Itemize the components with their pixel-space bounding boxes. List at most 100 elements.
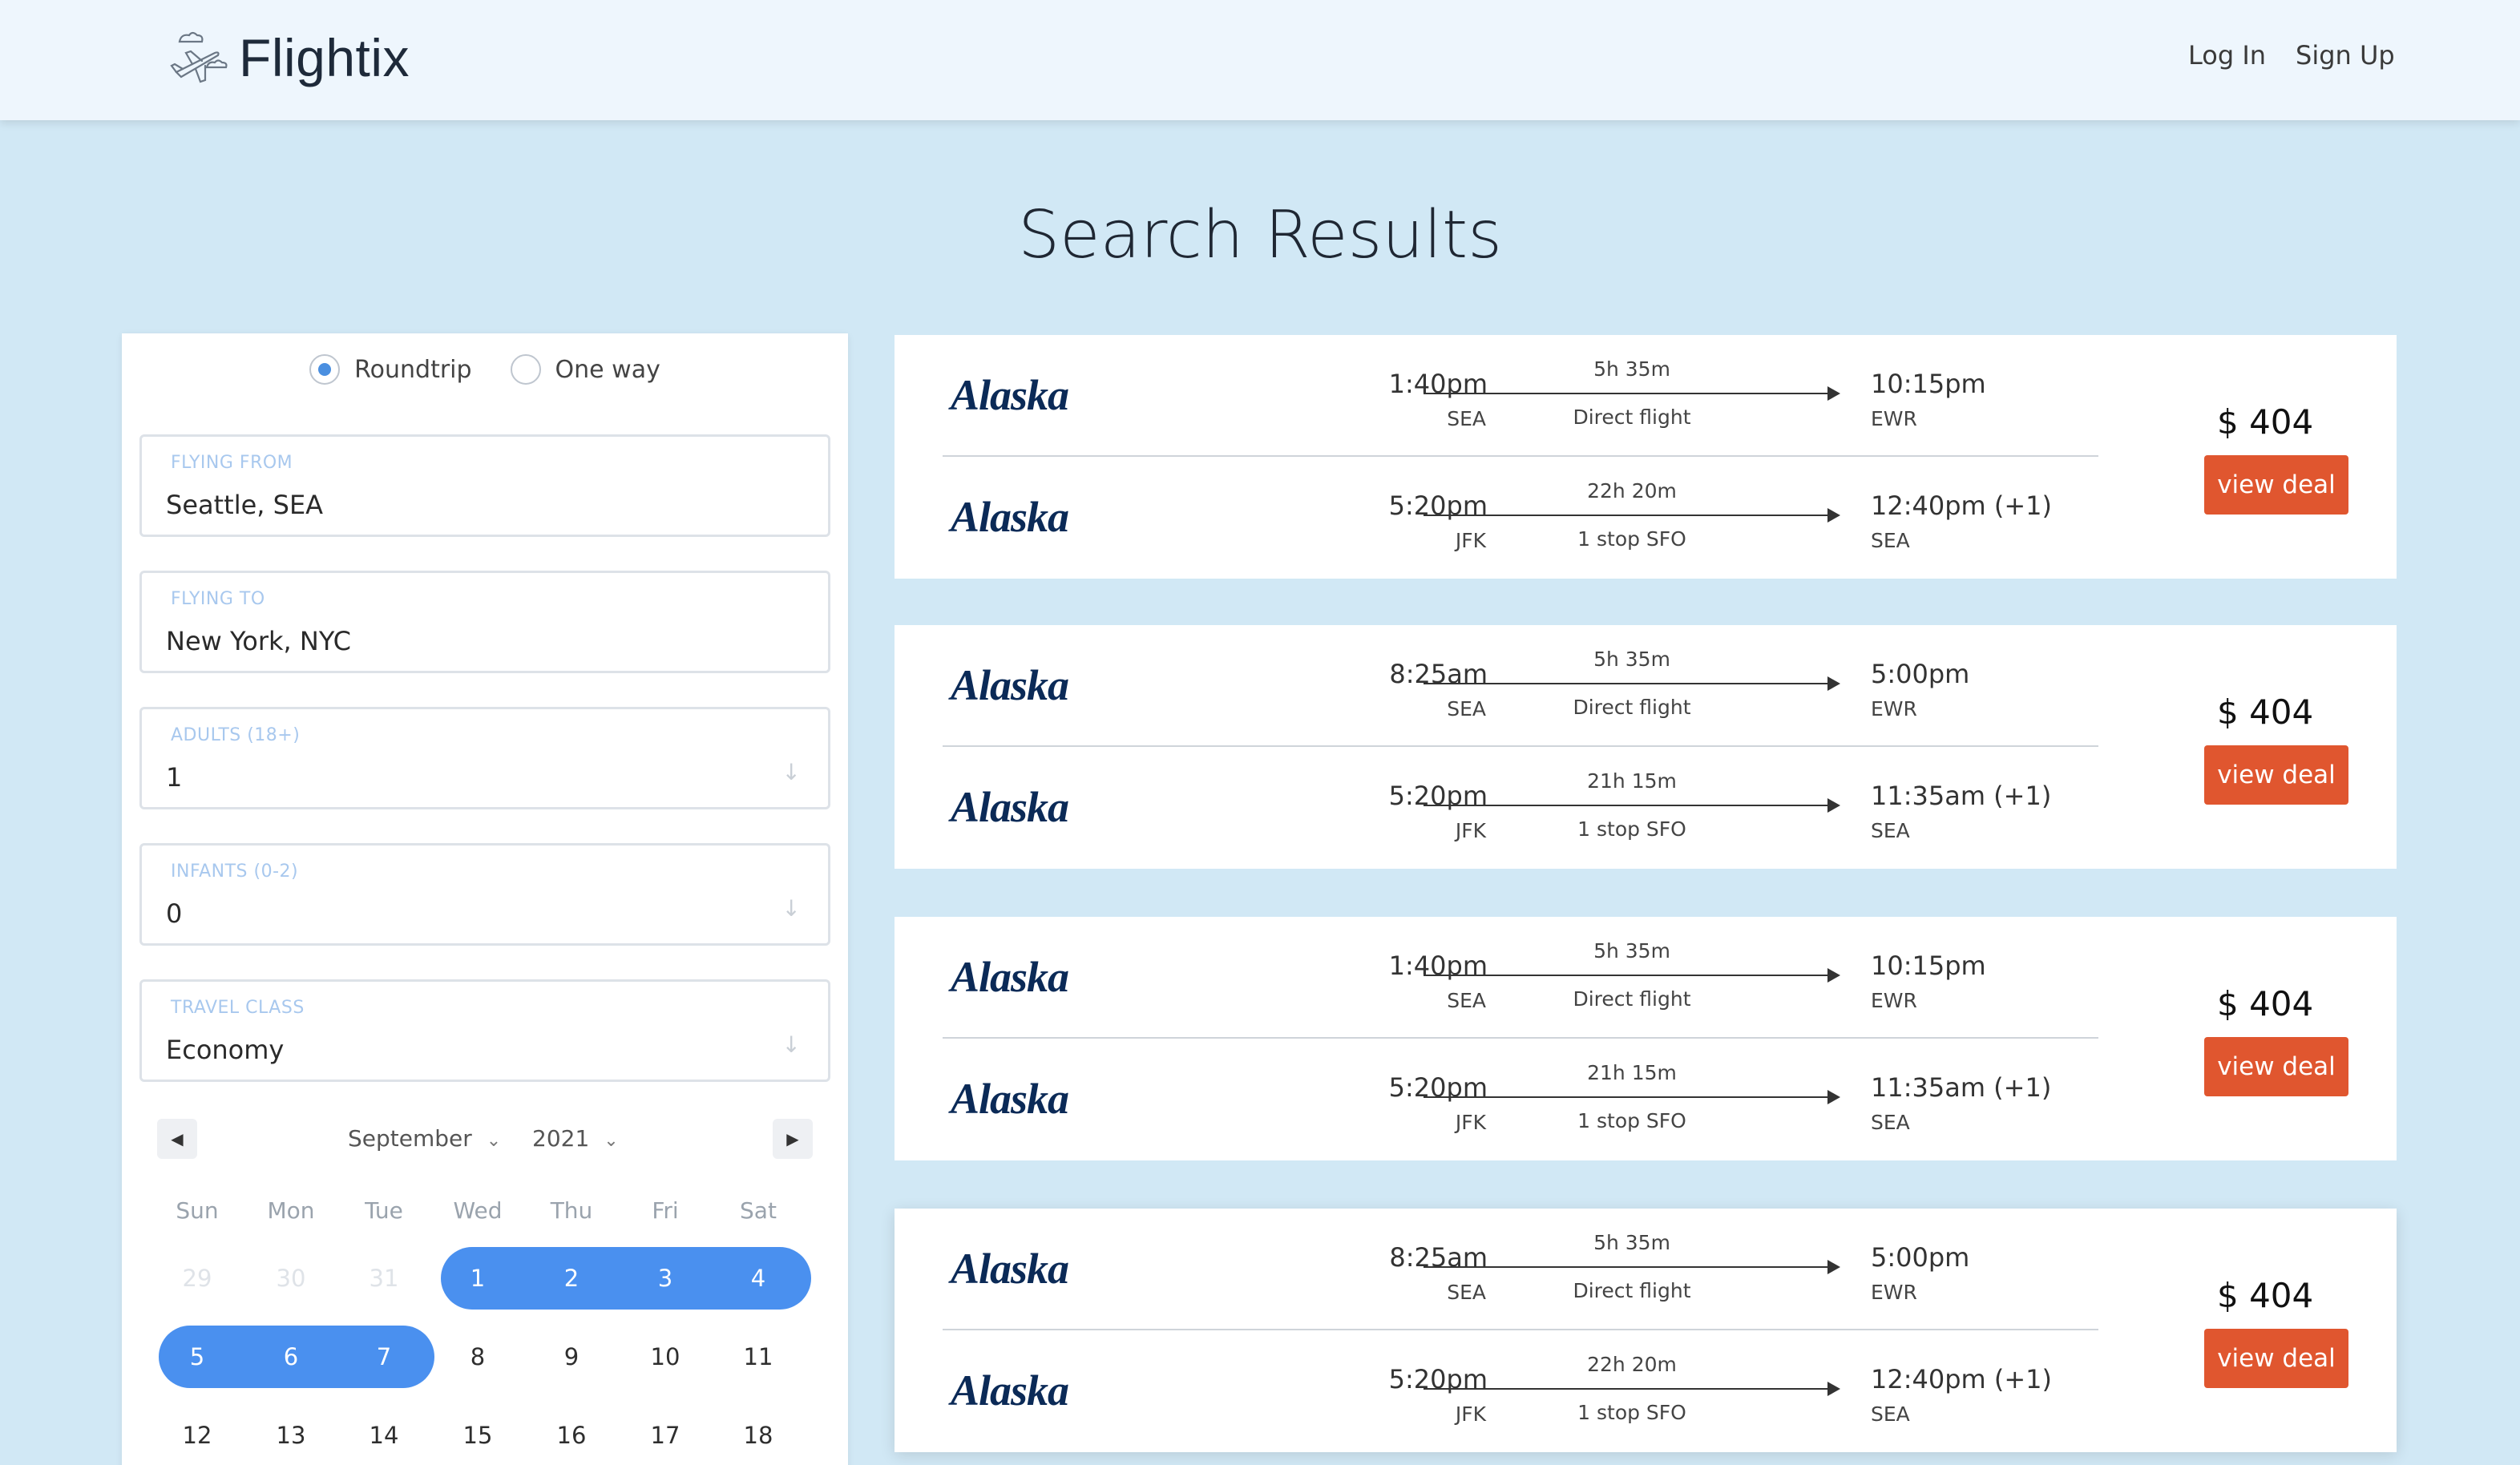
- airline-logo: Alaska: [951, 493, 1069, 541]
- weekday-label: Mon: [267, 1197, 315, 1224]
- top-navigation-bar: Flightix Log In Sign Up: [0, 0, 2520, 120]
- chevron-down-icon: ⌄: [604, 1131, 619, 1151]
- view-deal-button[interactable]: view deal: [2204, 745, 2348, 805]
- view-deal-button[interactable]: view deal: [2204, 455, 2348, 515]
- stops-info: Direct flight: [1573, 987, 1691, 1011]
- flight-duration: 22h 20m: [1587, 479, 1677, 502]
- flight-arrow-icon: [1424, 1260, 1840, 1274]
- weekday-label: Thu: [550, 1197, 593, 1224]
- travel-class-select[interactable]: TRAVEL CLASS Economy ↓: [139, 979, 830, 1082]
- calendar-day[interactable]: 15: [431, 1404, 524, 1465]
- calendar-day[interactable]: 12: [151, 1404, 244, 1465]
- calendar-day[interactable]: 31: [337, 1247, 430, 1310]
- adults-select[interactable]: ADULTS (18+) 1 ↓: [139, 707, 830, 809]
- calendar-day[interactable]: 14: [337, 1404, 430, 1465]
- price: $ 404: [2217, 692, 2314, 732]
- previous-month-button[interactable]: ◀: [157, 1119, 197, 1159]
- calendar-day-selected[interactable]: 6: [244, 1326, 337, 1388]
- flying-to-label: FLYING TO: [171, 589, 265, 609]
- roundtrip-radio[interactable]: Roundtrip: [309, 354, 472, 385]
- flight-result-card: Alaska 8:25am SEA 5h 35m Direct flight 5…: [895, 625, 2397, 869]
- stops-info: 1 stop SFO: [1577, 1109, 1686, 1132]
- arrival-time: 11:35am (+1): [1871, 781, 2052, 811]
- travel-class-label: TRAVEL CLASS: [171, 998, 305, 1018]
- infants-value: 0: [166, 898, 183, 929]
- arrival-airport: EWR: [1871, 697, 1917, 720]
- view-deal-button[interactable]: view deal: [2204, 1329, 2348, 1388]
- flight-result-card: Alaska 1:40pm SEA 5h 35m Direct flight 1…: [895, 335, 2397, 579]
- calendar-day-selected[interactable]: 3: [619, 1247, 712, 1310]
- brand-logo[interactable]: Flightix: [165, 24, 410, 91]
- stops-info: 1 stop SFO: [1577, 817, 1686, 841]
- flight-duration: 21h 15m: [1587, 1061, 1677, 1084]
- airline-logo: Alaska: [951, 783, 1069, 831]
- infants-label: INFANTS (0-2): [171, 862, 299, 882]
- airline-logo: Alaska: [951, 1245, 1069, 1293]
- flight-arrow-icon: [1424, 1382, 1840, 1396]
- view-deal-button[interactable]: view deal: [2204, 1037, 2348, 1096]
- arrival-airport: EWR: [1871, 989, 1917, 1012]
- chevron-down-icon: ⌄: [486, 1131, 502, 1151]
- travel-class-value: Economy: [166, 1035, 285, 1065]
- calendar-day-selected[interactable]: 5: [151, 1326, 244, 1388]
- arrival-airport: SEA: [1871, 1111, 1910, 1134]
- flying-from-value: Seattle, SEA: [166, 490, 324, 520]
- month-value: September: [348, 1125, 472, 1152]
- flying-to-field[interactable]: FLYING TO New York, NYC: [139, 571, 830, 673]
- calendar-day-selected[interactable]: 2: [525, 1247, 618, 1310]
- flight-result-card: Alaska 1:40pm SEA 5h 35m Direct flight 1…: [895, 917, 2397, 1160]
- infants-select[interactable]: INFANTS (0-2) 0 ↓: [139, 843, 830, 946]
- caret-right-icon: ▶: [786, 1129, 799, 1148]
- next-month-button[interactable]: ▶: [773, 1119, 813, 1159]
- outbound-leg: Alaska 8:25am SEA 5h 35m Direct flight 5…: [895, 625, 2097, 747]
- calendar-day[interactable]: 30: [244, 1247, 337, 1310]
- stops-info: Direct flight: [1573, 696, 1691, 719]
- one-way-label: One way: [555, 355, 660, 384]
- trip-type-group: Roundtrip One way: [122, 354, 848, 385]
- flight-duration: 5h 35m: [1593, 939, 1670, 963]
- roundtrip-label: Roundtrip: [354, 355, 472, 384]
- price: $ 404: [2217, 984, 2314, 1023]
- calendar-day[interactable]: 10: [619, 1326, 712, 1388]
- stops-info: 1 stop SFO: [1577, 527, 1686, 551]
- weekday-label: Sun: [176, 1197, 219, 1224]
- calendar-day-selected[interactable]: 4: [712, 1247, 805, 1310]
- arrival-airport: EWR: [1871, 1281, 1917, 1304]
- calendar-day[interactable]: 8: [431, 1326, 524, 1388]
- weekday-label: Fri: [652, 1197, 679, 1224]
- adults-value: 1: [166, 762, 183, 793]
- arrival-time: 5:00pm: [1871, 1242, 1970, 1273]
- return-leg: Alaska 5:20pm JFK 21h 15m 1 stop SFO 11:…: [895, 747, 2097, 869]
- outbound-leg: Alaska 8:25am SEA 5h 35m Direct flight 5…: [895, 1209, 2097, 1330]
- one-way-radio[interactable]: One way: [510, 354, 660, 385]
- flying-from-field[interactable]: FLYING FROM Seattle, SEA: [139, 434, 830, 537]
- arrival-airport: SEA: [1871, 819, 1910, 842]
- calendar-day[interactable]: 17: [619, 1404, 712, 1465]
- calendar-day-selected[interactable]: 7: [337, 1326, 430, 1388]
- calendar-day-selected[interactable]: 1: [431, 1247, 524, 1310]
- calendar-day[interactable]: 13: [244, 1404, 337, 1465]
- flight-duration: 5h 35m: [1593, 1231, 1670, 1254]
- arrival-airport: SEA: [1871, 529, 1910, 552]
- arrival-time: 12:40pm (+1): [1871, 490, 2053, 521]
- login-link[interactable]: Log In: [2188, 40, 2266, 71]
- signup-link[interactable]: Sign Up: [2296, 40, 2395, 71]
- price: $ 404: [2217, 402, 2314, 442]
- calendar-day[interactable]: 11: [712, 1326, 805, 1388]
- price: $ 404: [2217, 1276, 2314, 1315]
- caret-left-icon: ◀: [171, 1129, 184, 1148]
- month-select[interactable]: September ⌄: [348, 1125, 501, 1152]
- stops-info: Direct flight: [1573, 406, 1691, 429]
- outbound-leg: Alaska 1:40pm SEA 5h 35m Direct flight 1…: [895, 917, 2097, 1039]
- calendar-day[interactable]: 16: [525, 1404, 618, 1465]
- flight-arrow-icon: [1424, 968, 1840, 983]
- calendar-day[interactable]: 18: [712, 1404, 805, 1465]
- flying-to-value: New York, NYC: [166, 626, 351, 656]
- calendar-day[interactable]: 9: [525, 1326, 618, 1388]
- flight-duration: 5h 35m: [1593, 648, 1670, 671]
- year-select[interactable]: 2021 ⌄: [532, 1125, 619, 1152]
- search-panel: Roundtrip One way FLYING FROM Seattle, S…: [122, 333, 848, 1465]
- brand-name: Flightix: [239, 28, 410, 87]
- calendar-day[interactable]: 29: [151, 1247, 244, 1310]
- stops-info: 1 stop SFO: [1577, 1401, 1686, 1424]
